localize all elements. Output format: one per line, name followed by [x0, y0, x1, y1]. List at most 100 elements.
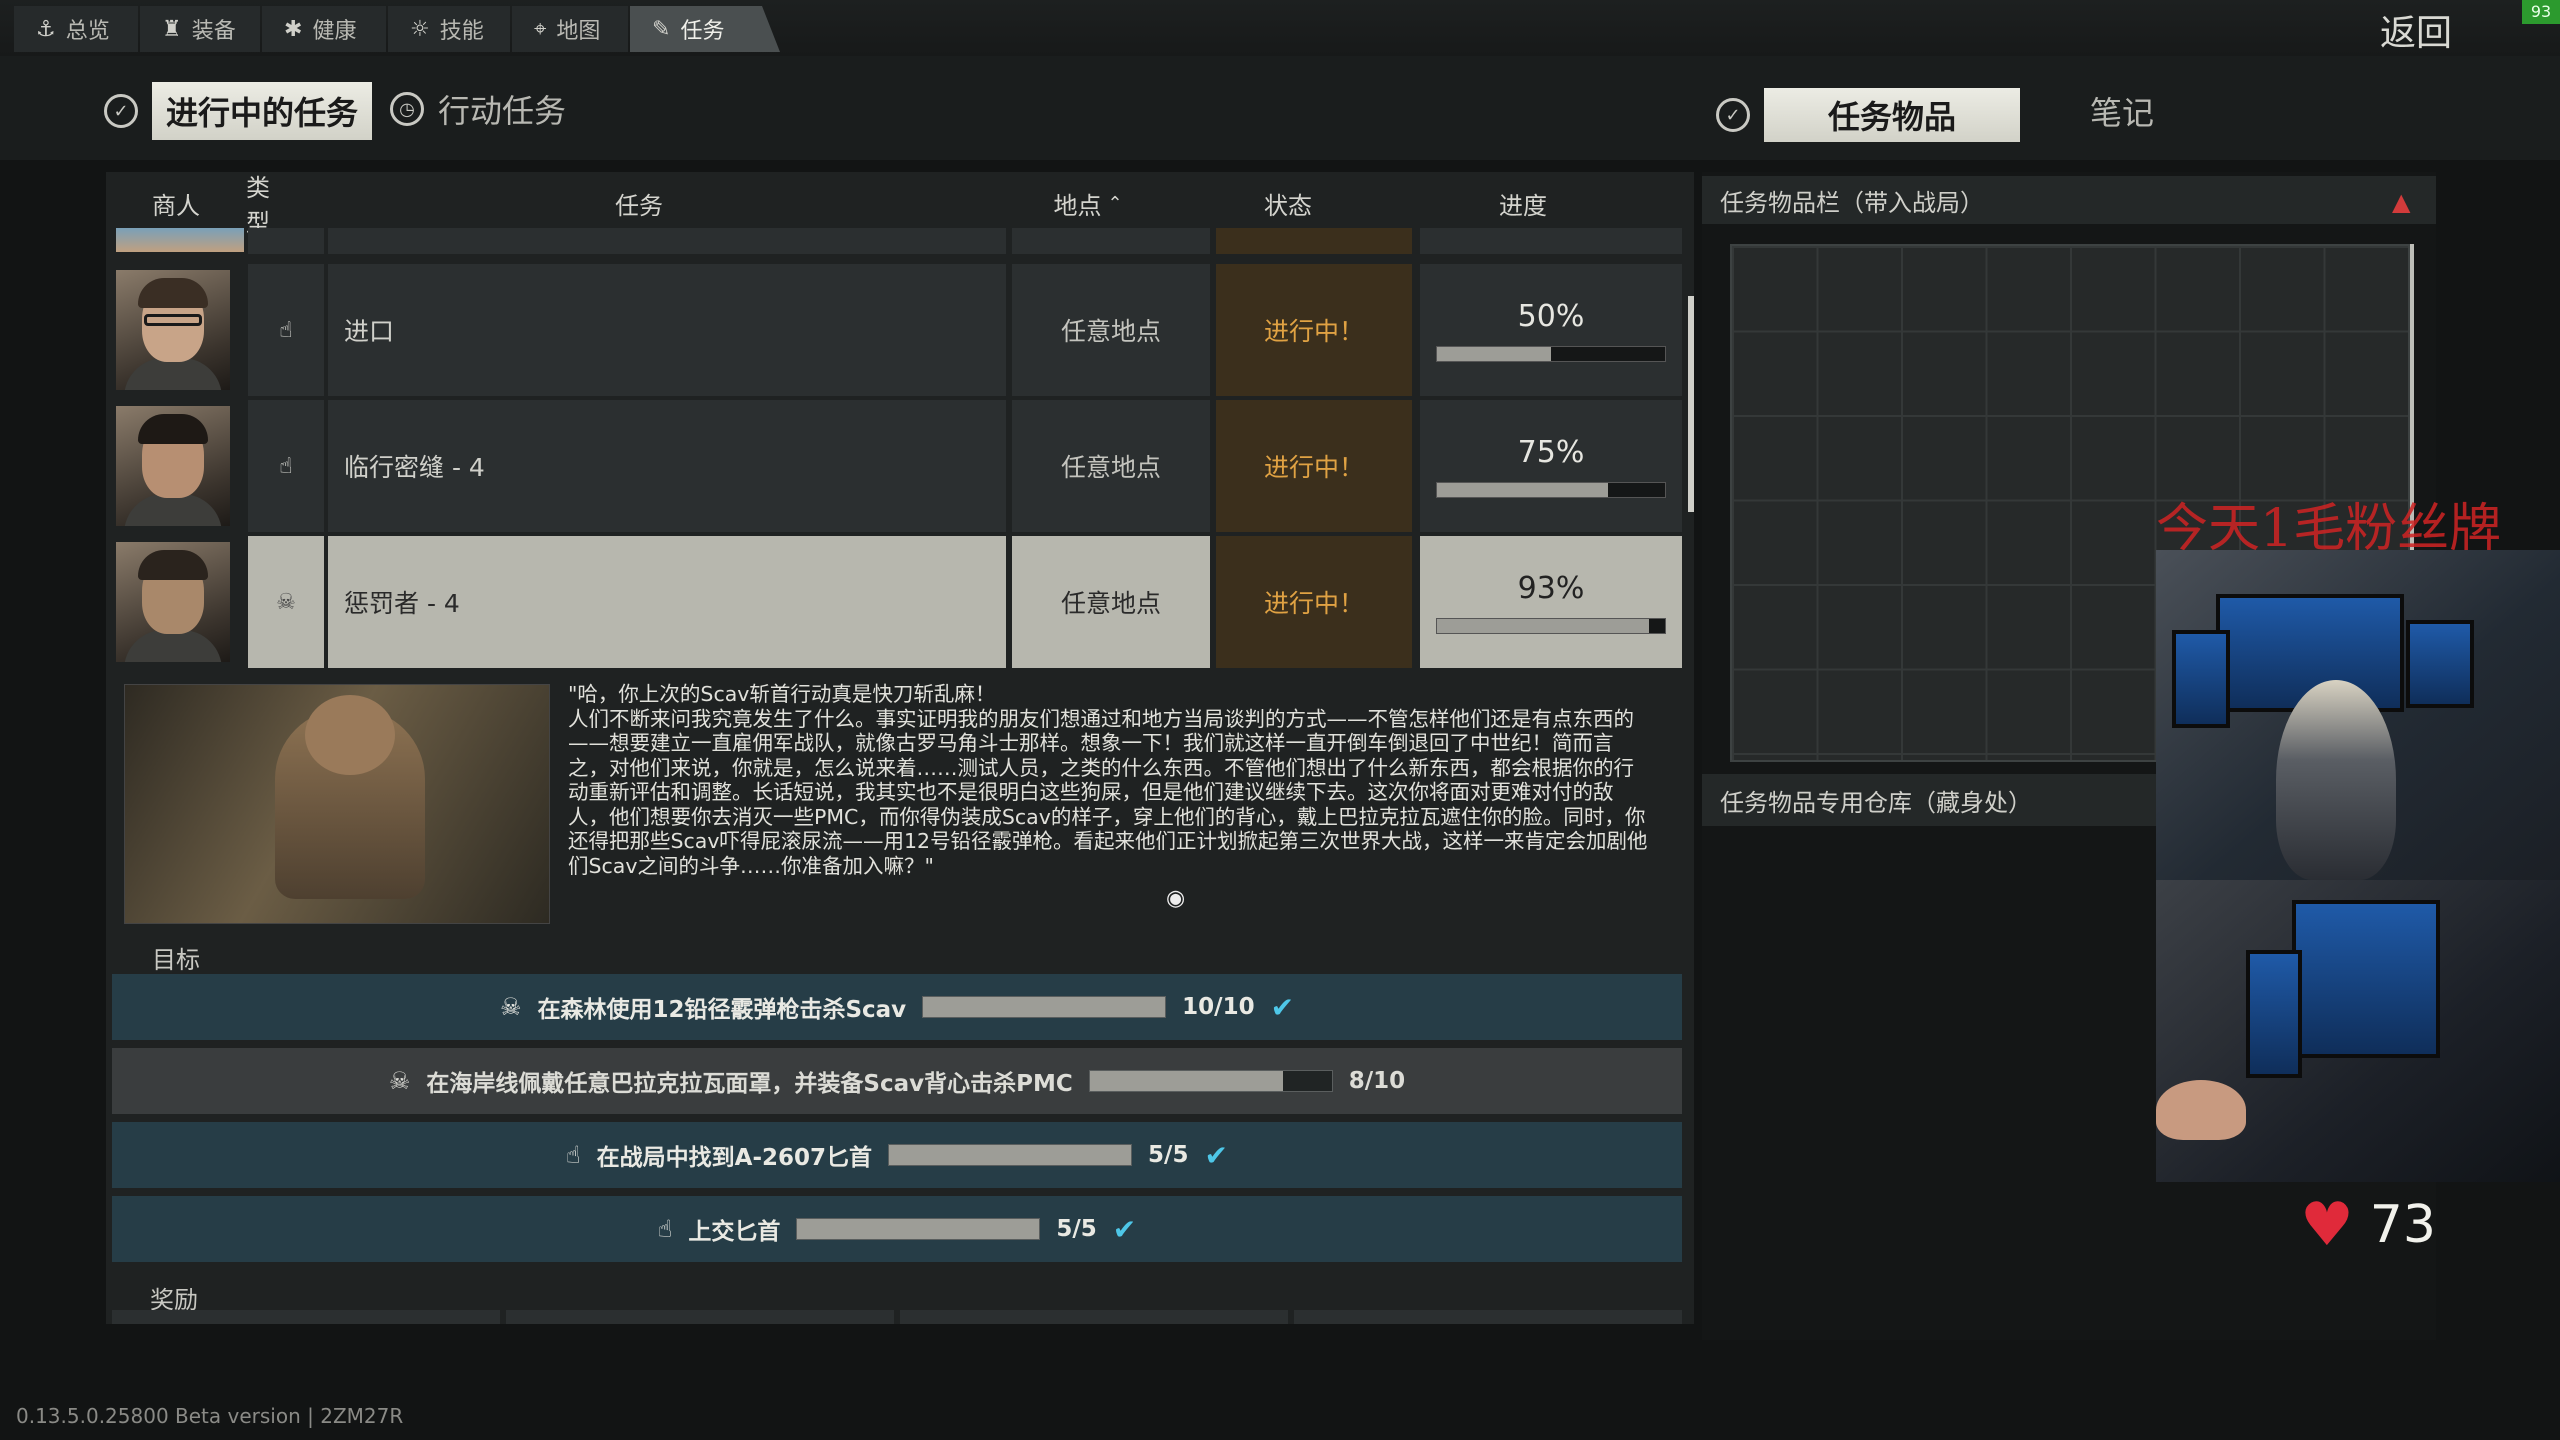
- reward-slot[interactable]: [506, 1310, 894, 1324]
- webcam-view-side: [2156, 880, 2560, 1182]
- health-icon: ✱: [284, 16, 303, 42]
- objective-progress-fill: [1089, 1071, 1284, 1091]
- objective-progress-bar: [888, 1144, 1133, 1166]
- gear-doll-icon: ♜: [162, 16, 182, 42]
- quest-table-header: 商人 类型 任务 地点 ⌃ 状态 进度: [106, 174, 1694, 237]
- nav-tab-label: 装备: [191, 19, 236, 44]
- header-quest[interactable]: 任务: [290, 180, 988, 226]
- table-row-partial[interactable]: [110, 228, 1682, 254]
- trader-avatar: [116, 270, 230, 390]
- header-location-label: 地点: [1053, 191, 1102, 220]
- warning-icon: ▲: [2392, 188, 2411, 216]
- tab-quest-items-label: 任务物品: [1764, 88, 2021, 142]
- objective-row: ☝ 在战局中找到A-2607匕首 5/5 ✔: [112, 1122, 1682, 1188]
- tab-active-quests[interactable]: ✓ 进行中的任务: [104, 82, 373, 140]
- header-location[interactable]: 地点 ⌃: [988, 180, 1188, 226]
- nav-tab[interactable]: ✱ 健康: [262, 6, 386, 52]
- objective-count: 5/5: [1148, 1142, 1189, 1168]
- back-button[interactable]: 返回: [2380, 4, 2452, 56]
- quest-description: "哈，你上次的Scav斩首行动真是快刀斩乱麻！ 人们不断来问我究竟发生了什么。事…: [568, 682, 1648, 878]
- map-pin-icon: ⌖: [534, 16, 547, 42]
- quest-location: 任意地点: [1012, 400, 1210, 532]
- progress-bar-fill: [1437, 482, 1608, 497]
- header-trader[interactable]: 商人: [106, 180, 246, 226]
- nav-tab-label: 技能: [439, 19, 484, 44]
- quest-progress: 50%: [1420, 264, 1682, 396]
- objective-progress-bar: [1088, 1070, 1333, 1092]
- quest-location: 任意地点: [1012, 536, 1210, 668]
- stash-header: 任务物品栏（带入战局）: [1702, 176, 2436, 224]
- reward-slot[interactable]: [1294, 1310, 1682, 1324]
- quest-progress: 93%: [1420, 536, 1682, 668]
- objective-text: 在战局中找到A-2607匕首: [596, 1145, 873, 1171]
- nav-tab-label: 总览: [65, 19, 110, 44]
- nav-tab-label: 任务: [680, 19, 725, 44]
- progress-percent: 50%: [1517, 298, 1585, 334]
- tab-operational-tasks-label: 行动任务: [438, 92, 567, 130]
- progress-bar: [1436, 617, 1666, 634]
- hand-icon: ☝: [248, 400, 324, 532]
- tab-notes-label: 笔记: [2090, 94, 2155, 132]
- objectives-label: 目标: [152, 946, 200, 974]
- webcam-view-front: [2156, 550, 2560, 880]
- objective-count: 8/10: [1348, 1068, 1406, 1094]
- tab-active-quests-label: 进行中的任务: [152, 82, 373, 140]
- check-icon: ✔: [1204, 1138, 1228, 1172]
- tab-notes[interactable]: 笔记: [2090, 88, 2154, 134]
- heart-icon: ♥: [2300, 1190, 2354, 1260]
- quest-status: 进行中！: [1216, 400, 1412, 532]
- nav-tab[interactable]: ⚓ 总览: [14, 6, 138, 52]
- quest-status: 进行中！: [1216, 536, 1412, 668]
- quest-progress: 75%: [1420, 400, 1682, 532]
- mouse-pointer-icon: ◉: [1166, 886, 1186, 911]
- objective-row: ☠ 在海岸线佩戴任意巴拉克拉瓦面罩，并装备Scav背心击杀PMC 8/10: [112, 1048, 1682, 1114]
- table-row[interactable]: ☠ 惩罚者 - 4 任意地点 进行中！ 93%: [110, 536, 1682, 668]
- tab-operational-tasks[interactable]: ◷ 行动任务: [390, 86, 566, 132]
- quest-status: 进行中！: [1216, 264, 1412, 396]
- check-circle-icon: ✓: [104, 94, 138, 128]
- nav-tab[interactable]: ♜ 装备: [140, 6, 260, 52]
- hand-icon: ☝: [566, 1141, 581, 1169]
- table-row[interactable]: ☝ 进口 任意地点 进行中！ 50%: [110, 264, 1682, 396]
- reward-slot[interactable]: [900, 1310, 1288, 1324]
- objective-row: ☝ 上交匕首 5/5 ✔: [112, 1196, 1682, 1262]
- skull-icon: ☠: [499, 993, 522, 1021]
- header-type[interactable]: 类型: [246, 174, 290, 237]
- objective-row: ☠ 在森林使用12铅径霰弹枪击杀Scav 10/10 ✔: [112, 974, 1682, 1040]
- nav-tab[interactable]: ✎ 任务: [630, 6, 780, 52]
- rewards-row: [112, 1310, 1682, 1324]
- objective-progress-bar: [922, 996, 1167, 1018]
- nav-tab-label: 健康: [312, 19, 357, 44]
- objective-count: 10/10: [1182, 994, 1255, 1020]
- quest-name: 进口: [328, 264, 1006, 396]
- anchor-icon: ⚓: [36, 16, 56, 42]
- quest-list-scrollbar[interactable]: [1688, 296, 1694, 512]
- progress-percent: 93%: [1517, 570, 1585, 606]
- objective-progress-fill: [797, 1219, 1040, 1239]
- progress-bar-fill: [1437, 618, 1650, 633]
- clock-icon: ◷: [390, 92, 424, 126]
- skull-icon: ☠: [248, 536, 324, 668]
- check-icon: ✔: [1270, 990, 1295, 1024]
- trader-avatar: [116, 406, 230, 526]
- table-row[interactable]: ☝ 临行密缝 - 4 任意地点 进行中！ 75%: [110, 400, 1682, 532]
- objective-progress-fill: [889, 1145, 1132, 1165]
- progress-bar-fill: [1437, 346, 1551, 361]
- progress-bar: [1436, 481, 1666, 498]
- heart-rate-value: 73: [2369, 1195, 2436, 1255]
- header-status[interactable]: 状态: [1188, 180, 1388, 226]
- sub-header: [0, 56, 2560, 160]
- quest-name: 惩罚者 - 4: [328, 536, 1006, 668]
- nav-tab[interactable]: ⌖ 地图: [512, 6, 628, 52]
- objective-progress-fill: [923, 997, 1166, 1017]
- objective-progress-bar: [796, 1218, 1041, 1240]
- quest-image: [124, 684, 550, 924]
- trader-avatar: [116, 228, 244, 252]
- tab-quest-items[interactable]: ✓ 任务物品: [1716, 88, 2021, 142]
- header-progress[interactable]: 进度: [1388, 180, 1658, 226]
- nav-tab[interactable]: ☼ 技能: [388, 6, 510, 52]
- heart-rate: ♥ 73: [2300, 1190, 2436, 1260]
- objective-text: 在森林使用12铅径霰弹枪击杀Scav: [537, 997, 907, 1023]
- hand-icon: ☝: [657, 1215, 673, 1243]
- reward-slot[interactable]: [112, 1310, 500, 1324]
